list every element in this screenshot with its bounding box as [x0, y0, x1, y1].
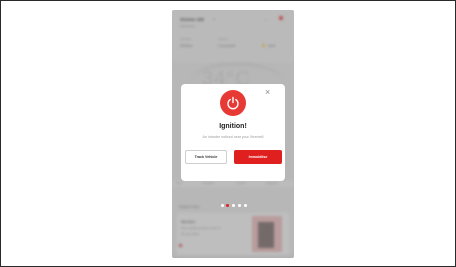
pager-dot[interactable] — [244, 204, 247, 207]
close-icon[interactable]: × — [265, 88, 270, 97]
power-icon — [220, 90, 246, 116]
carousel-pager — [221, 203, 247, 208]
pager-dot[interactable] — [232, 204, 235, 207]
phone-screen: Xtreme 160 ⌄ Maintained ... ••• Odometer… — [172, 10, 294, 258]
immobilise-button[interactable]: Immobilise — [234, 150, 282, 164]
track-vehicle-button[interactable]: Track Vehicle — [185, 150, 227, 164]
dialog-title: Ignition! — [219, 123, 247, 130]
pager-dot[interactable] — [238, 204, 241, 207]
dialog-message: An intruder noticed near your Xtreme8 — [202, 135, 264, 139]
pager-dot[interactable] — [221, 204, 224, 207]
pager-dot-active[interactable] — [226, 204, 229, 207]
